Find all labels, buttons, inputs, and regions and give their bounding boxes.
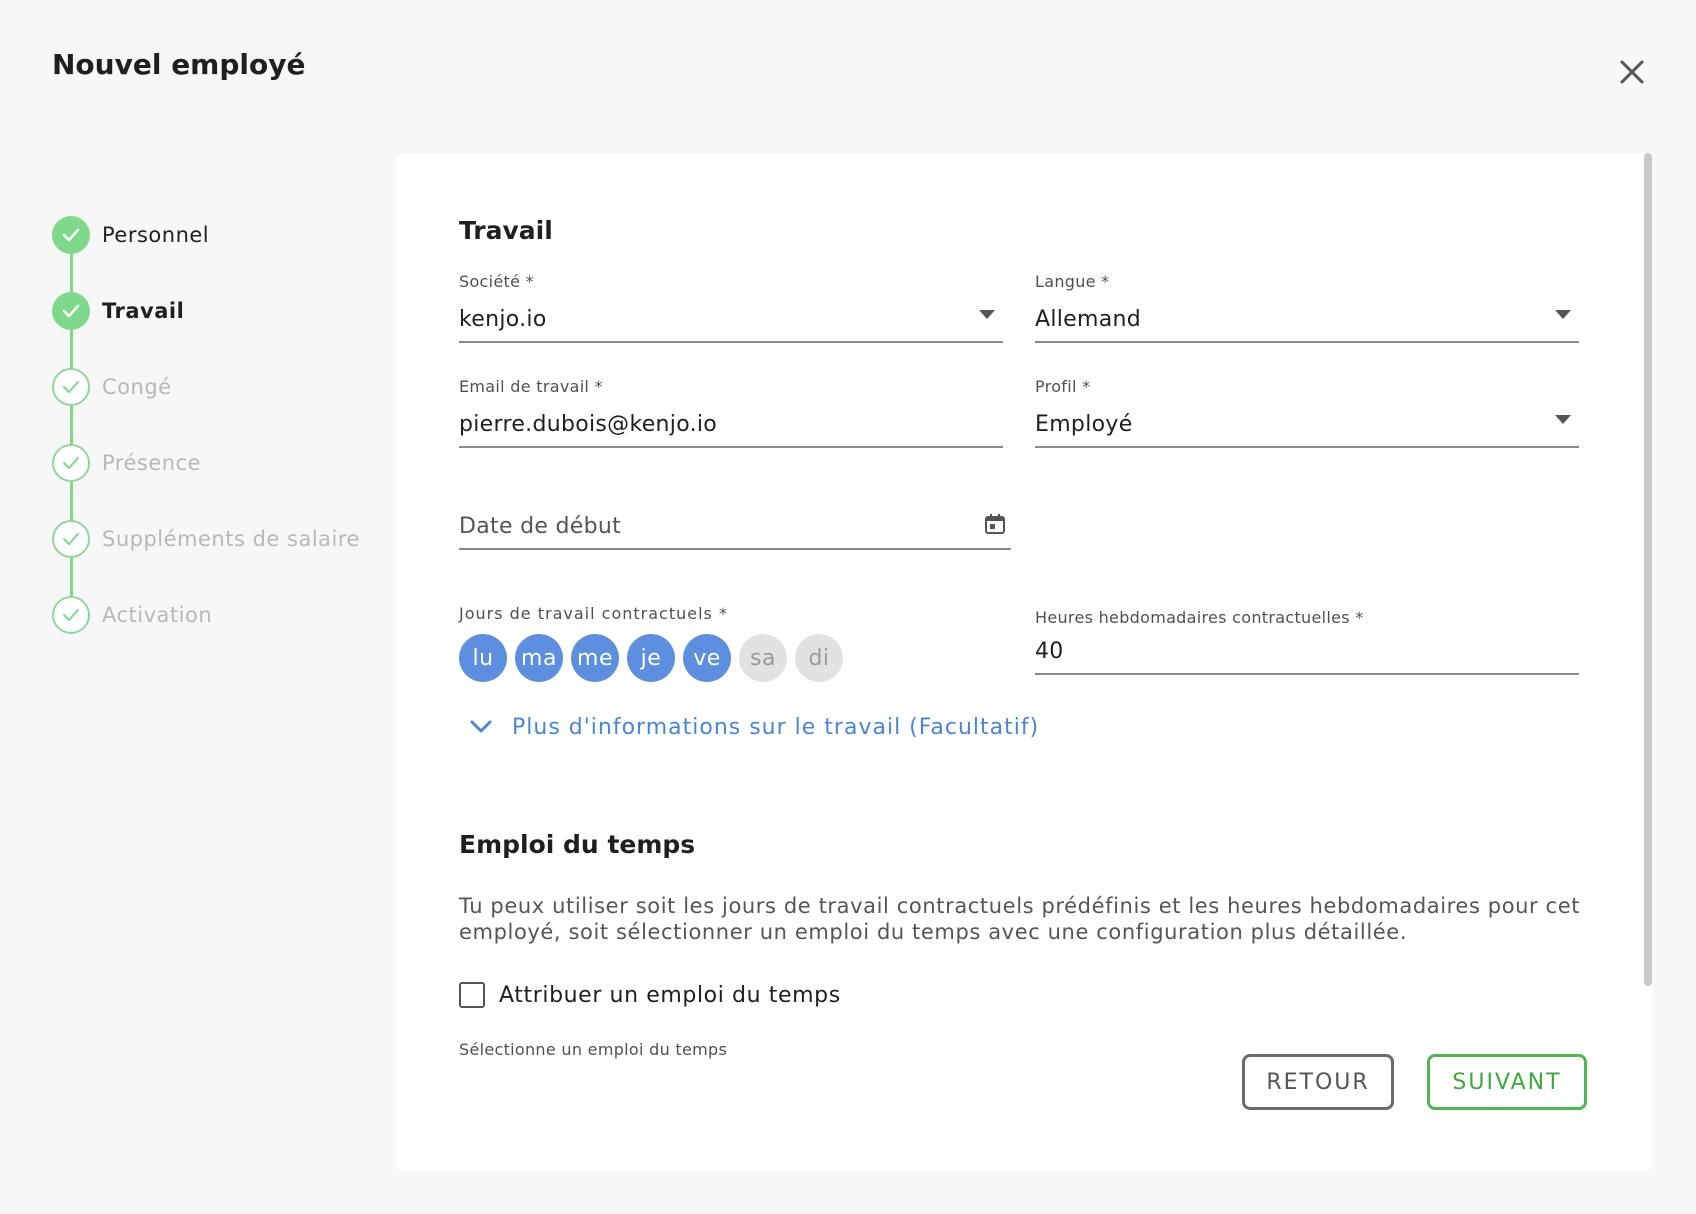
chevron-down-icon xyxy=(1555,415,1571,424)
step-conge[interactable]: Congé xyxy=(52,368,382,444)
field-label: Email de travail * xyxy=(459,377,603,396)
day-lu[interactable]: lu xyxy=(459,634,507,682)
section-title-emploi: Emploi du temps xyxy=(459,830,696,859)
field-label: Heures hebdomadaires contractuelles * xyxy=(1035,608,1364,627)
field-value: Allemand xyxy=(1035,307,1142,332)
step-activation[interactable]: Activation xyxy=(52,596,382,672)
email-field[interactable]: Email de travail * pierre.dubois@kenjo.i… xyxy=(459,377,1003,448)
step-label: Personnel xyxy=(102,223,210,247)
day-di[interactable]: di xyxy=(795,634,843,682)
step-label: Suppléments de salaire xyxy=(102,527,360,551)
day-me[interactable]: me xyxy=(571,634,619,682)
step-check-icon xyxy=(52,596,90,634)
stepper: Personnel Travail Congé Présence Supplém… xyxy=(52,216,382,672)
step-presence[interactable]: Présence xyxy=(52,444,382,520)
step-check-icon xyxy=(52,520,90,558)
chevron-down-icon xyxy=(470,720,492,733)
assign-schedule-checkbox[interactable] xyxy=(459,982,485,1008)
day-ma[interactable]: ma xyxy=(515,634,563,682)
step-check-icon xyxy=(52,292,90,330)
step-label: Travail xyxy=(102,299,185,323)
day-je[interactable]: je xyxy=(627,634,675,682)
chevron-down-icon xyxy=(979,310,995,319)
jours-travail-label-wrap: Jours de travail contractuels * xyxy=(459,604,728,623)
profil-select[interactable]: Profil * Employé xyxy=(1035,377,1579,448)
field-label: Profil * xyxy=(1035,377,1091,396)
field-underline xyxy=(1035,341,1579,343)
field-label: Jours de travail contractuels * xyxy=(459,604,728,623)
date-debut-field[interactable]: Date de début xyxy=(459,512,1011,550)
step-connector xyxy=(70,558,73,596)
close-button[interactable] xyxy=(1614,54,1650,90)
step-connector xyxy=(70,482,73,520)
more-info-toggle[interactable]: Plus d'informations sur le travail (Facu… xyxy=(466,712,1039,742)
field-label: Langue * xyxy=(1035,272,1110,291)
step-connector xyxy=(70,254,73,292)
step-personnel[interactable]: Personnel xyxy=(52,216,382,292)
societe-select[interactable]: Société * kenjo.io xyxy=(459,272,1003,343)
step-connector xyxy=(70,406,73,444)
day-sa[interactable]: sa xyxy=(739,634,787,682)
step-connector xyxy=(70,330,73,368)
back-button[interactable]: RETOUR xyxy=(1242,1054,1394,1110)
day-ve[interactable]: ve xyxy=(683,634,731,682)
field-underline xyxy=(459,341,1003,343)
modal-title: Nouvel employé xyxy=(52,48,306,81)
step-supplements-salaire[interactable]: Suppléments de salaire xyxy=(52,520,382,596)
day-selector: lu ma me je ve sa di xyxy=(459,634,843,682)
step-label: Activation xyxy=(102,603,213,627)
date-debut-placeholder: Date de début xyxy=(459,514,622,539)
field-label: Société * xyxy=(459,272,534,291)
close-icon xyxy=(1620,60,1644,84)
step-travail[interactable]: Travail xyxy=(52,292,382,368)
emploi-description: Tu peux utiliser soit les jours de trava… xyxy=(459,894,1581,944)
section-title-travail: Travail xyxy=(459,216,553,245)
step-label: Présence xyxy=(102,451,202,475)
field-value: pierre.dubois@kenjo.io xyxy=(459,412,718,437)
assign-schedule-label: Attribuer un emploi du temps xyxy=(499,982,841,1008)
assign-schedule-row[interactable]: Attribuer un emploi du temps xyxy=(459,982,841,1008)
chevron-down-icon xyxy=(1555,310,1571,319)
step-check-icon xyxy=(52,444,90,482)
calendar-icon[interactable] xyxy=(983,512,1007,536)
next-button[interactable]: SUIVANT xyxy=(1427,1054,1587,1110)
langue-select[interactable]: Langue * Allemand xyxy=(1035,272,1579,343)
select-schedule-hint: Sélectionne un emploi du temps xyxy=(459,1040,728,1059)
heures-hebdo-field[interactable]: Heures hebdomadaires contractuelles * 40 xyxy=(1035,608,1579,675)
field-value: 40 xyxy=(1035,639,1064,664)
field-value: Employé xyxy=(1035,412,1133,437)
field-value: kenjo.io xyxy=(459,307,547,332)
field-underline xyxy=(1035,446,1579,448)
field-underline xyxy=(459,548,1011,550)
step-check-icon xyxy=(52,216,90,254)
field-underline xyxy=(459,446,1003,448)
more-info-label: Plus d'informations sur le travail (Facu… xyxy=(512,714,1040,740)
new-employee-page: Nouvel employé Personnel Travail Congé P… xyxy=(0,0,1696,1214)
field-underline xyxy=(1035,673,1579,675)
step-label: Congé xyxy=(102,375,172,399)
step-check-icon xyxy=(52,368,90,406)
scrollbar[interactable] xyxy=(1644,153,1652,986)
